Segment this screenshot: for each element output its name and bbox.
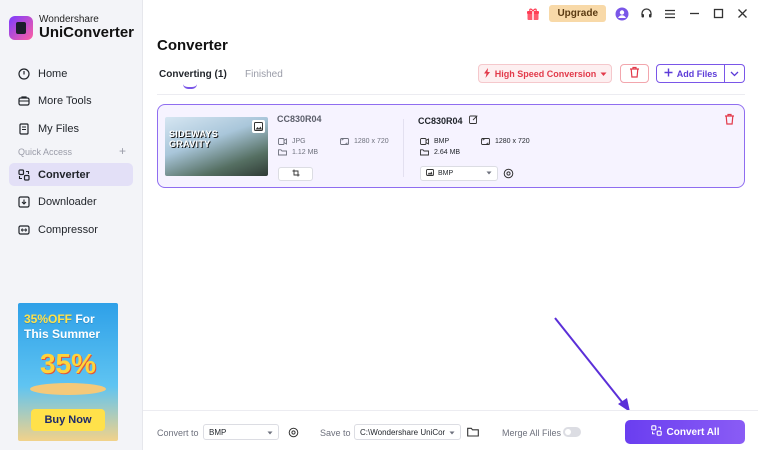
minimize-icon[interactable] [686,6,702,22]
add-files-label: Add Files [676,68,718,79]
files-icon [18,122,30,135]
open-folder-icon[interactable] [466,425,480,439]
annotation-arrow [554,317,630,412]
target-file-name-row: CC830R04 [418,115,478,126]
home-icon [18,67,30,80]
bottom-bar: Convert to BMP Save to C:\Wondershare Un… [143,410,758,450]
thumbnail-text: SIDEWAYS GRAVITY [169,129,219,149]
source-format: JPG [278,138,306,145]
target-resolution: 1280 x 720 [481,138,530,145]
sidebar-item-label: Compressor [38,223,98,236]
promo-banner[interactable]: 35%OFF For This Summer 35% Buy Now [18,303,118,441]
sidebar-item-compressor[interactable]: Compressor [9,218,133,241]
edit-icon[interactable] [468,115,478,126]
sidebar-item-converter[interactable]: Converter [9,163,133,186]
target-format-select[interactable]: BMP [420,166,498,181]
sidebar-item-label: Downloader [38,195,97,208]
quick-access-header: Quick Access + [18,145,126,157]
menu-icon[interactable] [662,6,678,22]
video-icon [420,138,429,145]
save-to-select[interactable]: C:\Wondershare UniCon [354,424,461,440]
convert-all-label: Convert All [666,426,720,438]
file-thumbnail: SIDEWAYS GRAVITY [165,117,268,176]
convert-all-button[interactable]: Convert All [625,420,745,444]
crop-button[interactable] [278,167,313,181]
sidebar-item-downloader[interactable]: Downloader [9,190,133,213]
maximize-icon[interactable] [710,6,726,22]
page-title: Converter [157,37,228,54]
output-settings-icon[interactable] [286,425,300,439]
merge-all-files-label: Merge All Files [502,428,562,438]
target-format: BMP [420,138,449,145]
chevron-down-icon [263,428,273,437]
chevron-down-icon [486,170,492,177]
image-icon [426,169,434,178]
sidebar-item-my-files[interactable]: My Files [9,117,133,140]
titlebar-controls: Upgrade [525,5,750,22]
add-files-button[interactable]: Add Files [656,64,725,83]
upgrade-button[interactable]: Upgrade [549,5,606,22]
sidebar-item-home[interactable]: Home [9,62,133,85]
close-icon[interactable] [734,6,750,22]
sidebar-item-label: More Tools [38,94,92,107]
resolution-icon [340,138,349,145]
download-icon [18,195,30,208]
save-to-label: Save to [320,428,351,438]
sidebar-item-label: Home [38,67,68,80]
source-resolution: 1280 x 720 [340,138,389,145]
promo-island-image [30,383,106,395]
gift-icon[interactable] [525,6,541,22]
folder-icon [420,149,429,156]
app-logo: Wondershare UniConverter [9,14,134,41]
chevron-down-icon [445,428,455,437]
quick-access-label: Quick Access [18,147,73,157]
source-file-name: CC830R04 [277,114,322,124]
brand-bottom: UniConverter [39,24,135,41]
chevron-down-icon [600,69,607,79]
folder-icon [278,149,287,156]
tabs-divider [157,94,745,95]
card-divider [403,119,404,177]
logo-icon [9,15,33,40]
add-files-dropdown[interactable] [725,64,745,83]
compress-icon [18,224,30,236]
trash-icon [629,66,640,81]
tab-finished[interactable]: Finished [245,69,283,80]
avatar-icon[interactable] [614,6,630,22]
remove-file-icon[interactable] [724,113,736,125]
crop-icon [292,168,300,180]
chevron-down-icon [730,68,739,80]
resolution-icon [481,138,490,145]
sidebar-item-label: My Files [38,122,79,135]
target-file-name: CC830R04 [418,115,463,126]
high-speed-label: High Speed Conversion [494,68,597,79]
convert-icon [650,425,662,439]
image-type-icon[interactable] [252,120,265,133]
merge-all-files-toggle[interactable] [563,427,581,437]
buy-now-button[interactable]: Buy Now [31,409,105,431]
delete-all-button[interactable] [620,64,649,83]
quick-access-add-icon[interactable]: + [119,145,126,157]
tab-converting[interactable]: Converting (1) [159,69,227,89]
sidebar-item-label: Converter [38,168,90,181]
plus-icon [664,68,673,79]
high-speed-conversion-button[interactable]: High Speed Conversion [478,64,612,83]
promo-title: 35%OFF For This Summer [24,312,101,341]
promo-discount: 35% [39,348,97,379]
converter-icon [18,168,30,181]
toolbox-icon [18,95,30,107]
file-card[interactable]: SIDEWAYS GRAVITY CC830R04 JPG 1280 x 720… [157,104,745,188]
sidebar-item-more-tools[interactable]: More Tools [9,89,133,112]
target-size: 2.64 MB [420,149,460,156]
headset-icon[interactable] [638,6,654,22]
convert-to-label: Convert to [157,428,199,438]
video-icon [278,138,287,145]
convert-to-select[interactable]: BMP [203,424,279,440]
sidebar: Wondershare UniConverter Home More Tools… [0,0,143,450]
target-settings-icon[interactable] [502,167,515,180]
source-size: 1.12 MB [278,149,318,156]
lightning-icon [483,67,491,80]
